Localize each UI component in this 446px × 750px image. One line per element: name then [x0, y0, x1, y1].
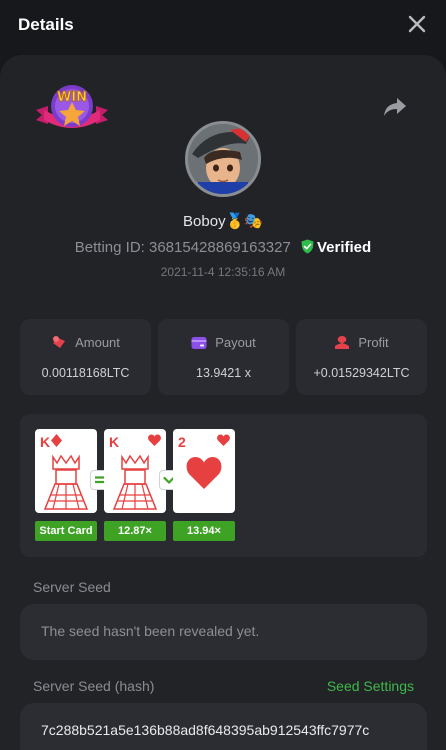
payout-value: 13.9421 x — [196, 366, 251, 380]
card-third: 2 — [173, 429, 235, 513]
payout-icon — [191, 337, 207, 349]
amount-header: Amount — [20, 335, 151, 350]
server-seed-hash-box[interactable]: 7c288b521a5e136b88ad8f648395ab912543ffc7… — [20, 703, 427, 750]
card-caption-start: Start Card — [35, 521, 97, 541]
share-icon[interactable] — [383, 96, 407, 118]
player-name-text: Boboy — [183, 213, 226, 230]
betting-id-label: Betting ID: — [74, 239, 145, 256]
heart-suit-icon — [217, 434, 230, 446]
page-title: Details — [18, 15, 74, 34]
server-seed-box: The seed hasn't been revealed yet. — [20, 604, 427, 660]
card-second: K — [104, 429, 166, 513]
card-caption-second: 12.87× — [104, 521, 166, 541]
player-name: Boboy🥇🎭 — [0, 212, 446, 230]
header-bar: Details — [0, 0, 446, 52]
card-rank: K — [109, 434, 120, 450]
king-figure-icon — [43, 454, 89, 510]
amount-icon — [53, 336, 66, 348]
king-figure-icon — [112, 454, 158, 510]
amount-label: Amount — [75, 335, 120, 350]
payout-header: Payout — [158, 335, 289, 350]
player-emoji: 🥇🎭 — [225, 213, 263, 230]
profit-card: Profit +0.01529342LTC — [296, 319, 427, 395]
bet-timestamp: 2021-11-4 12:35:16 AM — [160, 265, 286, 279]
profit-label: Profit — [358, 335, 389, 350]
win-badge-text: WIN — [57, 90, 87, 105]
server-seed-hash-value: 7c288b521a5e136b88ad8f648395ab912543ffc7… — [41, 722, 370, 738]
heart-suit-icon — [148, 434, 161, 446]
card-start: K — [35, 429, 97, 513]
win-badge-icon: WIN — [36, 85, 108, 128]
server-seed-hash-label: Server Seed (hash) — [33, 678, 155, 694]
avatar-illustration — [188, 124, 258, 194]
server-seed-text: The seed hasn't been revealed yet. — [41, 623, 260, 639]
server-seed-label: Server Seed — [33, 579, 111, 595]
close-icon[interactable] — [406, 13, 428, 35]
betting-id-row: Betting ID: 36815428869163327 Verified — [0, 239, 446, 256]
avatar — [185, 121, 261, 197]
card-rank: K — [40, 434, 51, 450]
amount-card: Amount 0.00118168LTC — [20, 319, 151, 395]
cards-panel: K K 2 Start Card 12.87× 13.94× — [20, 414, 427, 557]
payout-card: Payout 13.9421 x — [158, 319, 289, 395]
betting-id-value: 36815428869163327 — [149, 239, 291, 256]
card-caption-third: 13.94× — [173, 521, 235, 541]
heart-suit-icon — [186, 457, 222, 489]
payout-label: Payout — [215, 335, 256, 350]
amount-value: 0.00118168LTC — [41, 366, 130, 380]
profit-value: +0.01529342LTC — [313, 366, 410, 380]
profit-icon — [335, 336, 350, 349]
seed-settings-link[interactable]: Seed Settings — [327, 678, 414, 694]
profit-header: Profit — [296, 335, 427, 350]
card-rank: 2 — [178, 434, 186, 450]
verified-label: Verified — [317, 239, 372, 256]
diamond-suit-icon — [51, 434, 62, 447]
shield-check-icon — [301, 239, 314, 254]
